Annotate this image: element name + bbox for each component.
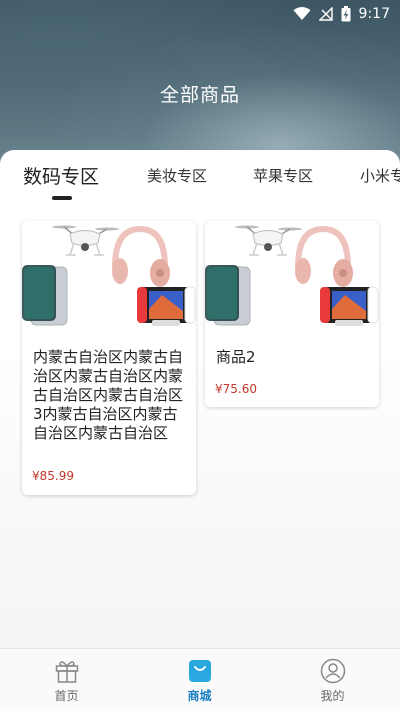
product-price: ¥75.60 [215,382,257,396]
wifi-icon [293,7,311,21]
product-card[interactable]: 商品2 ¥75.60 [205,221,379,407]
battery-charging-icon [341,6,351,22]
iphone-icon [22,265,68,326]
nav-shop[interactable]: 商城 [133,649,266,711]
nav-home-label: 首页 [54,689,79,703]
drone-icon [52,225,119,256]
iphone-icon [205,265,251,326]
product-image [205,225,379,326]
active-tab-indicator [52,196,72,200]
headphones-icon [295,225,353,287]
tab-xiaomi[interactable]: 小米专 [360,165,400,186]
product-name: 商品2 [216,348,256,366]
no-signal-icon [318,7,333,21]
game-console-icon [137,286,196,326]
nav-profile[interactable]: 我的 [266,649,399,711]
nav-shop-label: 商城 [187,689,212,703]
gift-icon [54,658,80,684]
category-tabs: 数码专区 美妆专区 苹果专区 小米专 [0,150,400,200]
bottom-nav: 首页 商城 我的 [0,648,400,711]
shopping-bag-icon [187,658,213,684]
nav-home[interactable]: 首页 [0,649,133,711]
user-icon [320,658,346,684]
product-name: 内蒙古自治区内蒙古自治区内蒙古自治区内蒙古自治区内蒙古自治区3内蒙古自治区内蒙古… [33,348,184,442]
product-card[interactable]: 内蒙古自治区内蒙古自治区内蒙古自治区内蒙古自治区内蒙古自治区3内蒙古自治区内蒙古… [22,221,196,495]
headphones-icon [112,225,170,287]
content-sheet: 数码专区 美妆专区 苹果专区 小米专 内蒙古自治区内蒙古自治区内蒙古自治区内蒙古… [0,150,400,650]
tab-apple[interactable]: 苹果专区 [253,165,313,186]
page-title: 全部商品 [159,84,240,106]
nav-profile-label: 我的 [320,689,345,703]
tab-digital[interactable]: 数码专区 [23,162,99,189]
drone-icon [235,225,302,256]
product-image [22,225,196,326]
tab-beauty[interactable]: 美妆专区 [147,165,207,186]
status-bar: 9:17 [0,0,400,28]
game-console-icon [320,286,379,326]
status-time: 9:17 [358,6,390,22]
product-price: ¥85.99 [32,469,74,483]
